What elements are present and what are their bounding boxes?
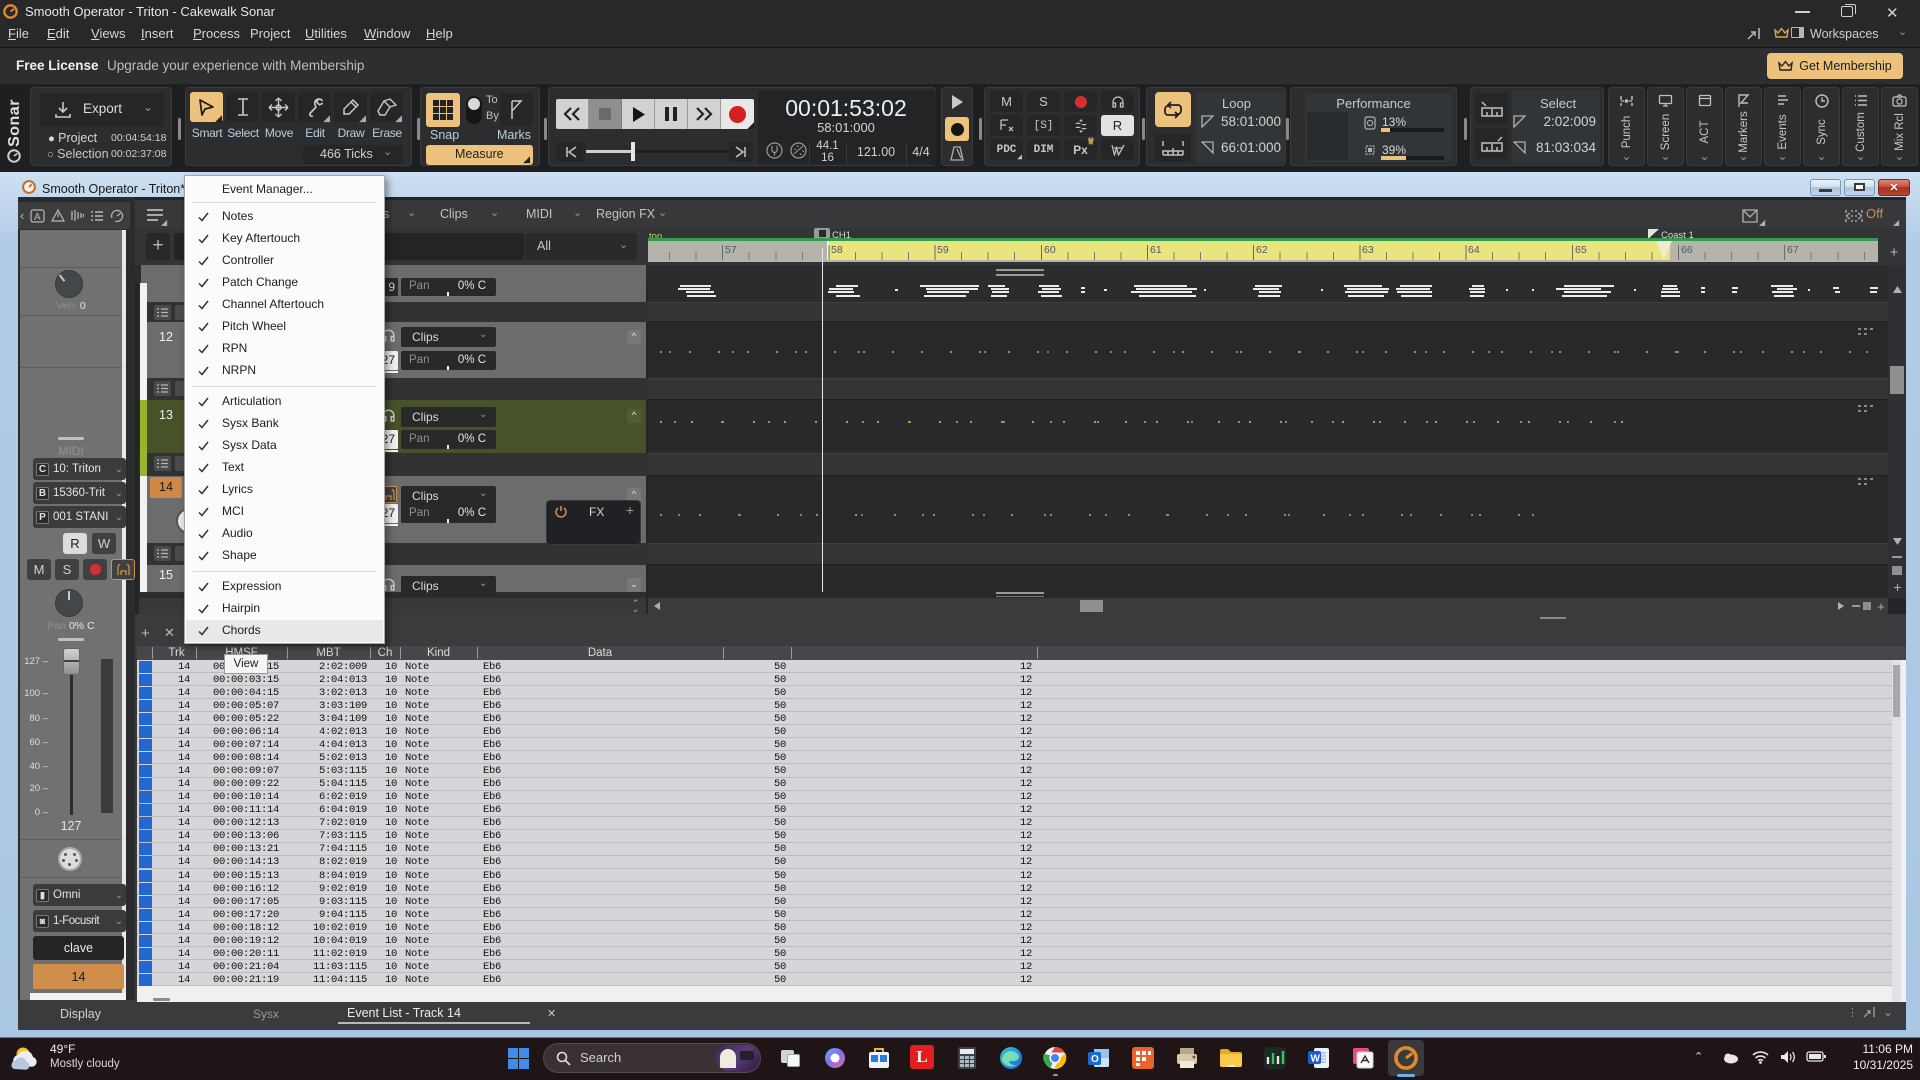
svg-text:A: A <box>34 212 41 223</box>
svg-text:O: O <box>1091 1054 1099 1065</box>
svg-text:W: W <box>1311 1054 1321 1065</box>
